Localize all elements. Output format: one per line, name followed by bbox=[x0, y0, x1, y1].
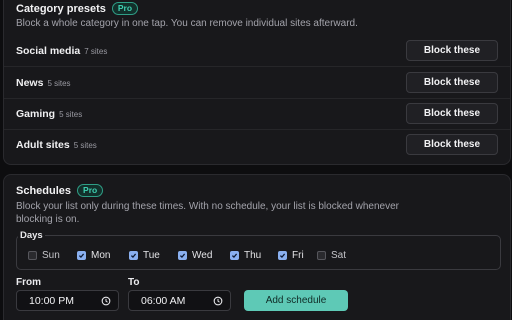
from-time-input[interactable]: 10:00 PM bbox=[16, 290, 119, 311]
to-time-value: 06:00 AM bbox=[141, 294, 186, 307]
preset-site-count: 7 sites bbox=[84, 46, 108, 56]
check-icon bbox=[231, 253, 238, 259]
preset-name: News bbox=[16, 76, 44, 89]
day-checkbox-tue[interactable]: Tue bbox=[129, 250, 160, 261]
block-gaming-button[interactable]: Block these bbox=[406, 103, 498, 124]
schedules-header: Schedules Pro bbox=[16, 184, 104, 197]
checkbox-unchecked[interactable] bbox=[317, 251, 326, 260]
day-label: Fri bbox=[292, 250, 304, 261]
category-presets-card: Category presets Pro Block a whole categ… bbox=[3, 0, 511, 165]
day-label: Mon bbox=[91, 250, 111, 261]
checkbox-checked[interactable] bbox=[77, 251, 86, 260]
preset-name: Adult sites bbox=[16, 138, 70, 151]
clock-icon[interactable] bbox=[213, 296, 223, 306]
checkbox-checked[interactable] bbox=[129, 251, 138, 260]
day-checkbox-sun[interactable]: Sun bbox=[28, 250, 60, 261]
preset-site-count: 5 sites bbox=[47, 78, 71, 88]
clock-icon[interactable] bbox=[101, 296, 111, 306]
from-time-value: 10:00 PM bbox=[29, 294, 74, 307]
schedules-description: Block your list only during these times.… bbox=[16, 201, 399, 226]
schedules-card: Schedules Pro Block your list only durin… bbox=[3, 174, 511, 320]
checkbox-checked[interactable] bbox=[178, 251, 187, 260]
add-schedule-button[interactable]: Add schedule bbox=[244, 290, 348, 311]
checkbox-checked[interactable] bbox=[278, 251, 287, 260]
to-label: To bbox=[128, 277, 140, 288]
day-checkbox-mon[interactable]: Mon bbox=[77, 250, 110, 261]
day-label: Wed bbox=[192, 250, 213, 261]
schedules-title: Schedules bbox=[16, 184, 72, 197]
pro-badge: Pro bbox=[111, 2, 139, 15]
pro-badge: Pro bbox=[77, 184, 104, 197]
preset-name: Social media bbox=[16, 44, 81, 57]
day-label: Tue bbox=[143, 250, 160, 261]
from-label: From bbox=[16, 277, 41, 288]
day-label: Thu bbox=[244, 250, 262, 261]
preset-row-gaming: Gaming 5 sites Block these bbox=[4, 98, 510, 129]
check-icon bbox=[179, 253, 186, 259]
day-checkbox-fri[interactable]: Fri bbox=[278, 250, 304, 261]
preset-site-count: 5 sites bbox=[59, 109, 83, 119]
checkbox-unchecked[interactable] bbox=[28, 251, 37, 260]
day-checkbox-wed[interactable]: Wed bbox=[178, 250, 212, 261]
schedules-description-line: blocking is on. bbox=[16, 213, 80, 225]
category-presets-title: Category presets bbox=[16, 2, 106, 15]
block-social-media-button[interactable]: Block these bbox=[406, 40, 498, 61]
day-label: Sat bbox=[331, 250, 347, 261]
check-icon bbox=[279, 253, 286, 259]
preset-site-count: 5 sites bbox=[73, 140, 97, 150]
days-label: Days bbox=[18, 230, 45, 241]
check-icon bbox=[78, 253, 85, 259]
block-news-button[interactable]: Block these bbox=[406, 72, 498, 93]
day-label: Sun bbox=[42, 250, 60, 261]
to-time-input[interactable]: 06:00 AM bbox=[128, 290, 231, 311]
block-adult-sites-button[interactable]: Block these bbox=[406, 134, 498, 155]
day-checkbox-sat[interactable]: Sat bbox=[317, 250, 346, 261]
preset-row-news: News 5 sites Block these bbox=[4, 67, 510, 98]
preset-name: Gaming bbox=[16, 107, 56, 120]
preset-row-adult-sites: Adult sites 5 sites Block these bbox=[4, 129, 510, 160]
category-presets-header: Category presets Pro bbox=[16, 2, 139, 15]
check-icon bbox=[130, 253, 137, 259]
day-checkbox-thu[interactable]: Thu bbox=[230, 250, 261, 261]
checkbox-checked[interactable] bbox=[230, 251, 239, 260]
schedules-description-line: Block your list only during these times.… bbox=[16, 201, 399, 212]
category-presets-description: Block a whole category in one tap. You c… bbox=[16, 18, 358, 29]
preset-row-social-media: Social media 7 sites Block these bbox=[4, 35, 510, 66]
